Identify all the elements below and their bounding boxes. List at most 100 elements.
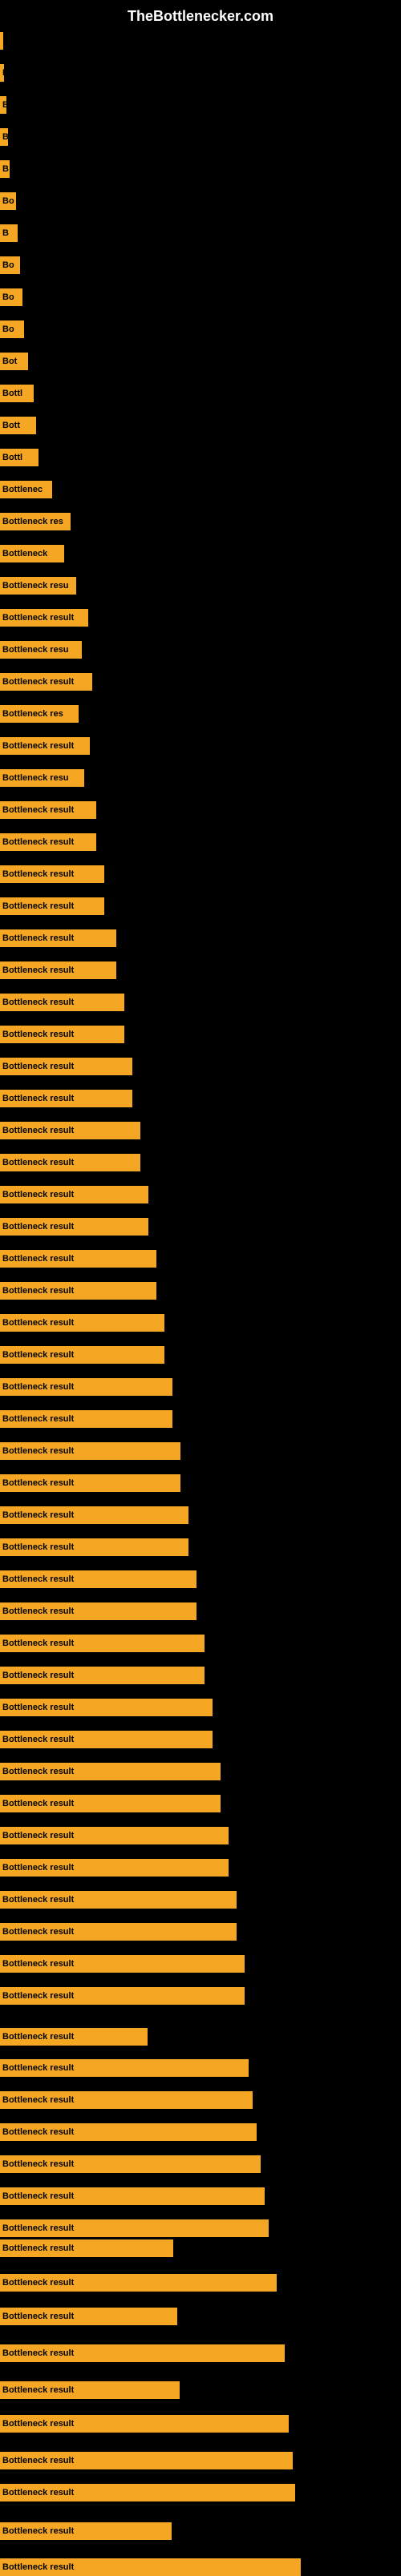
bar-fill-46: Bottleneck result (0, 1474, 180, 1492)
bar-item-47: Bottleneck result (0, 1506, 188, 1524)
bar-fill-3: E (0, 96, 6, 114)
bar-item-69: Bottleneck result (0, 2219, 269, 2237)
bar-label-32: Bottleneck result (2, 1030, 74, 1039)
bar-item-68: Bottleneck result (0, 2187, 265, 2205)
bar-fill-48: Bottleneck result (0, 1538, 188, 1556)
bar-fill-49: Bottleneck result (0, 1570, 196, 1588)
bar-fill-40: Bottleneck result (0, 1282, 156, 1300)
bar-fill-70: Bottleneck result (0, 2239, 173, 2257)
bar-item-77: Bottleneck result (0, 2484, 295, 2501)
bar-fill-59: Bottleneck result (0, 1891, 237, 1909)
bar-label-74: Bottleneck result (2, 2385, 74, 2395)
bar-fill-51: Bottleneck result (0, 1635, 205, 1652)
bar-item-73: Bottleneck result (0, 2344, 285, 2362)
bar-fill-5: B (0, 160, 10, 178)
bar-fill-30: Bottleneck result (0, 961, 116, 979)
bar-item-49: Bottleneck result (0, 1570, 196, 1588)
bar-label-61: Bottleneck result (2, 1959, 74, 1969)
bar-item-36: Bottleneck result (0, 1154, 140, 1171)
bar-label-54: Bottleneck result (2, 1735, 74, 1744)
bar-label-9: Bo (2, 292, 14, 302)
bar-label-14: Bottl (2, 453, 22, 462)
bar-fill-7: B (0, 224, 18, 242)
bar-label-24: Bottleneck resu (2, 773, 69, 783)
bar-fill-41: Bottleneck result (0, 1314, 164, 1332)
bar-fill-6: Bo (0, 192, 16, 210)
bar-item-55: Bottleneck result (0, 1763, 221, 1780)
bar-item-30: Bottleneck result (0, 961, 116, 979)
bar-label-78: Bottleneck result (2, 2526, 74, 2536)
bar-item-6: Bo (0, 192, 16, 210)
bar-fill-68: Bottleneck result (0, 2187, 265, 2205)
bar-fill-9: Bo (0, 288, 22, 306)
bar-item-12: Bottl (0, 385, 34, 402)
bar-item-41: Bottleneck result (0, 1314, 164, 1332)
bar-fill-1 (0, 32, 3, 50)
bar-item-21: Bottleneck result (0, 673, 92, 691)
bar-label-26: Bottleneck result (2, 837, 74, 847)
bar-item-60: Bottleneck result (0, 1923, 237, 1941)
bar-label-22: Bottleneck res (2, 709, 63, 719)
bar-item-3: E (0, 96, 6, 114)
bar-fill-57: Bottleneck result (0, 1827, 229, 1844)
bar-label-59: Bottleneck result (2, 1895, 74, 1905)
bar-fill-69: Bottleneck result (0, 2219, 269, 2237)
bar-label-46: Bottleneck result (2, 1478, 74, 1488)
bar-item-20: Bottleneck resu (0, 641, 82, 659)
bar-label-67: Bottleneck result (2, 2159, 74, 2169)
bar-label-42: Bottleneck result (2, 1350, 74, 1360)
bar-item-62: Bottleneck result (0, 1987, 245, 2005)
bar-fill-13: Bott (0, 417, 36, 434)
bar-item-75: Bottleneck result (0, 2415, 289, 2433)
bar-item-1 (0, 32, 3, 50)
bar-fill-64: Bottleneck result (0, 2059, 249, 2077)
bar-label-2: F (2, 68, 4, 78)
bar-label-64: Bottleneck result (2, 2063, 74, 2073)
bar-item-22: Bottleneck res (0, 705, 79, 723)
bar-item-78: Bottleneck result (0, 2522, 172, 2540)
bar-label-35: Bottleneck result (2, 1126, 74, 1135)
bar-item-63: Bottleneck result (0, 2028, 148, 2046)
bar-item-74: Bottleneck result (0, 2381, 180, 2399)
bar-fill-29: Bottleneck result (0, 929, 116, 947)
bar-item-43: Bottleneck result (0, 1378, 172, 1396)
bar-fill-77: Bottleneck result (0, 2484, 295, 2501)
bar-label-33: Bottleneck result (2, 1062, 74, 1071)
bar-label-28: Bottleneck result (2, 901, 74, 911)
bar-item-4: B (0, 128, 8, 146)
bar-label-5: B (2, 164, 9, 174)
bar-item-65: Bottleneck result (0, 2091, 253, 2109)
bar-fill-22: Bottleneck res (0, 705, 79, 723)
bar-label-56: Bottleneck result (2, 1799, 74, 1808)
bar-fill-39: Bottleneck result (0, 1250, 156, 1268)
bar-fill-26: Bottleneck result (0, 833, 96, 851)
bar-fill-65: Bottleneck result (0, 2091, 253, 2109)
bar-item-50: Bottleneck result (0, 1602, 196, 1620)
bar-item-79: Bottleneck result (0, 2558, 301, 2576)
bar-fill-42: Bottleneck result (0, 1346, 164, 1364)
bar-label-44: Bottleneck result (2, 1414, 74, 1424)
bar-item-48: Bottleneck result (0, 1538, 188, 1556)
bar-label-70: Bottleneck result (2, 2243, 74, 2253)
bar-label-52: Bottleneck result (2, 1671, 74, 1680)
bar-item-35: Bottleneck result (0, 1122, 140, 1139)
bar-label-10: Bo (2, 325, 14, 334)
bar-item-70: Bottleneck result (0, 2239, 173, 2257)
bar-label-47: Bottleneck result (2, 1510, 74, 1520)
bar-item-18: Bottleneck resu (0, 577, 76, 595)
bar-item-51: Bottleneck result (0, 1635, 205, 1652)
bar-label-15: Bottlenec (2, 485, 43, 494)
bar-fill-61: Bottleneck result (0, 1955, 245, 1973)
bar-item-66: Bottleneck result (0, 2123, 257, 2141)
bar-fill-11: Bot (0, 353, 28, 370)
bar-item-26: Bottleneck result (0, 833, 96, 851)
bar-label-36: Bottleneck result (2, 1158, 74, 1167)
bar-label-65: Bottleneck result (2, 2095, 74, 2105)
bar-fill-38: Bottleneck result (0, 1218, 148, 1236)
bar-fill-75: Bottleneck result (0, 2415, 289, 2433)
bar-fill-67: Bottleneck result (0, 2155, 261, 2173)
bar-item-40: Bottleneck result (0, 1282, 156, 1300)
bar-label-63: Bottleneck result (2, 2032, 74, 2042)
bar-item-56: Bottleneck result (0, 1795, 221, 1812)
bar-item-2: F (0, 64, 4, 82)
